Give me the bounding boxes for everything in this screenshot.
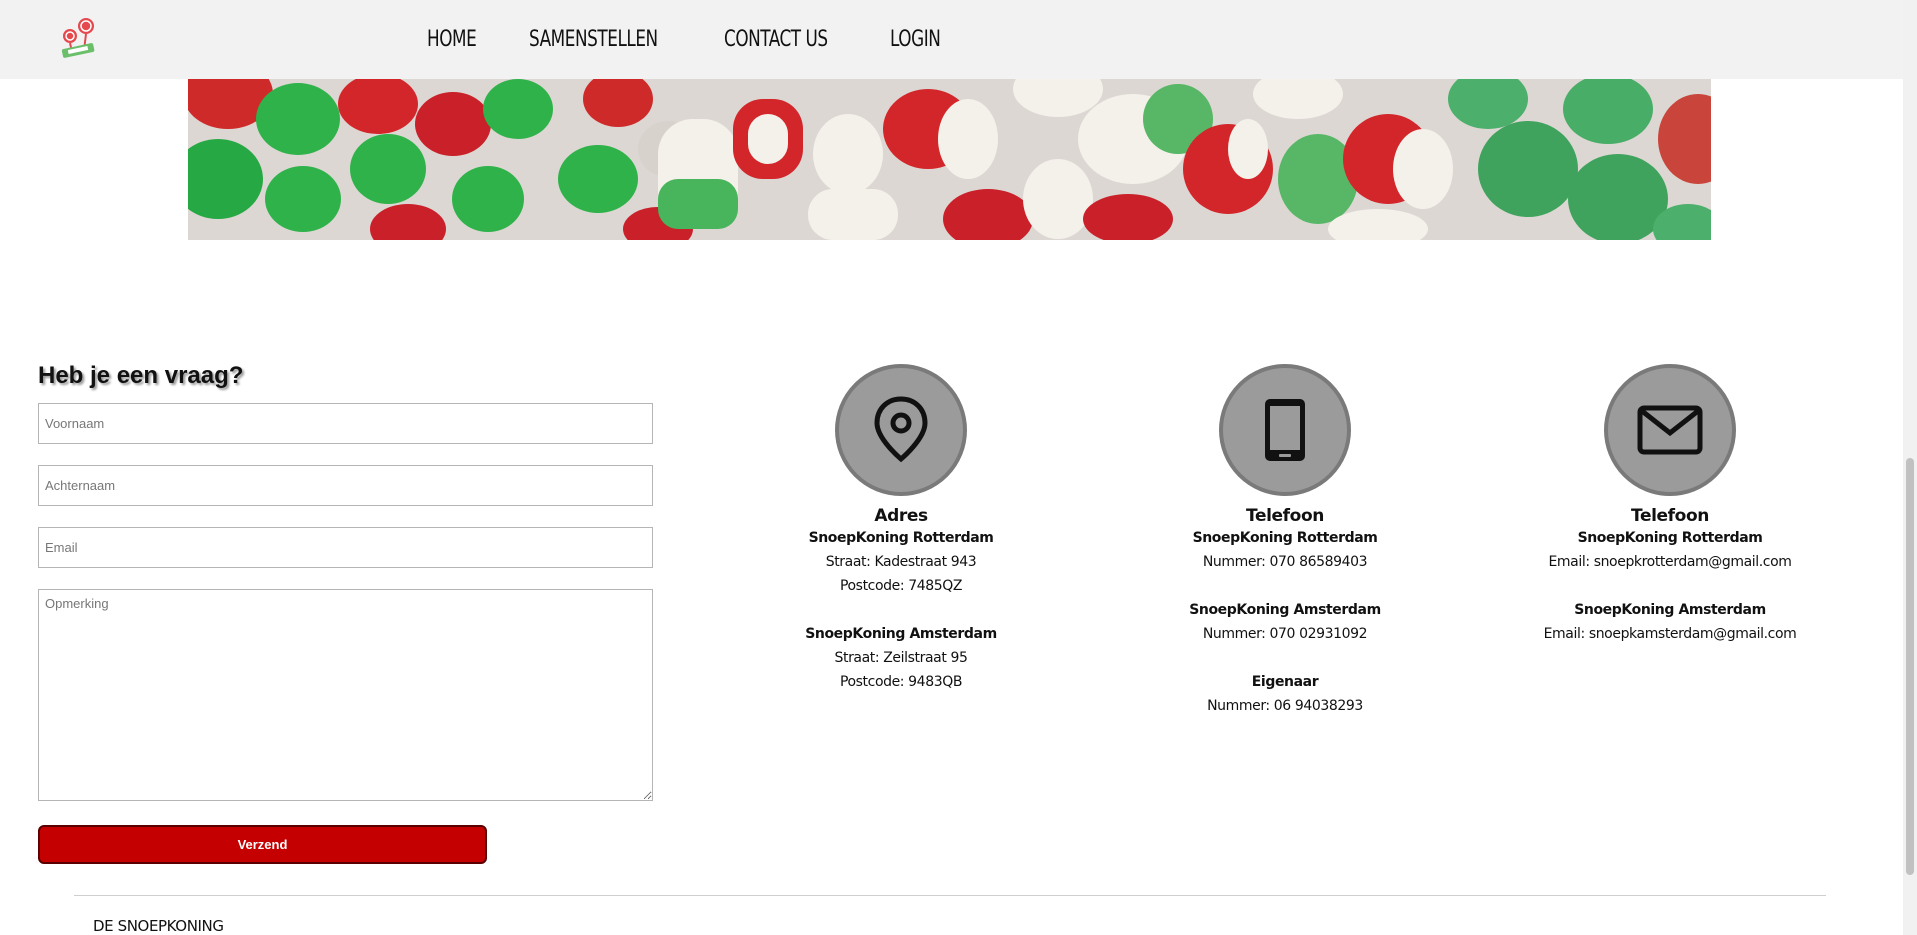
scrollbar-thumb[interactable] (1906, 458, 1914, 875)
address-column: Adres SnoepKoning Rotterdam Straat: Kade… (771, 364, 1031, 694)
nav-home[interactable]: HOME (427, 27, 477, 52)
email-input[interactable] (38, 527, 653, 568)
phone-icon (1265, 399, 1305, 461)
email-heading: Telefoon (1631, 506, 1709, 526)
phone-owner-name: Eigenaar (1251, 674, 1319, 690)
envelope-icon (1637, 405, 1703, 455)
nav-samenstellen[interactable]: SAMENSTELLEN (529, 27, 658, 52)
page: HOME SAMENSTELLEN CONTACT US LOGIN Heb j… (0, 0, 1917, 935)
phone-icon-circle (1219, 364, 1351, 496)
footer-brand: DE SNOEPKONING (93, 917, 224, 935)
address-icon-circle (835, 364, 967, 496)
location-pin-icon (874, 396, 928, 463)
phone-column: Telefoon SnoepKoning Rotterdam Nummer: 0… (1155, 364, 1415, 718)
footer-divider (74, 895, 1826, 896)
candy-banner-image (188, 79, 1711, 240)
candy-logo[interactable] (54, 16, 102, 62)
submit-button[interactable]: Verzend (38, 825, 487, 864)
main-nav: HOME SAMENSTELLEN CONTACT US LOGIN (405, 0, 972, 79)
top-navbar: HOME SAMENSTELLEN CONTACT US LOGIN (0, 0, 1903, 79)
email-amsterdam-name: SnoepKoning Amsterdam (1574, 602, 1766, 618)
address-amsterdam-postcode: Postcode: 9483QB (839, 674, 963, 690)
address-rotterdam-postcode: Postcode: 7485QZ (839, 578, 963, 594)
phone-amsterdam-number: Nummer: 070 02931092 (1202, 626, 1368, 642)
address-amsterdam-street: Straat: Zeilstraat 95 (834, 650, 968, 666)
lastname-input[interactable] (38, 465, 653, 506)
nav-contact-us[interactable]: CONTACT US (724, 27, 828, 52)
email-rotterdam-name: SnoepKoning Rotterdam (1577, 530, 1763, 546)
address-rotterdam-name: SnoepKoning Rotterdam (808, 530, 994, 546)
phone-owner-number: Nummer: 06 94038293 (1207, 698, 1363, 714)
phone-rotterdam-name: SnoepKoning Rotterdam (1192, 530, 1378, 546)
email-column: Telefoon SnoepKoning Rotterdam Email: sn… (1540, 364, 1800, 646)
firstname-input[interactable] (38, 403, 653, 444)
phone-rotterdam-number: Nummer: 070 86589403 (1202, 554, 1368, 570)
email-amsterdam-address: Email: snoepkamsterdam@gmail.com (1543, 626, 1797, 642)
address-heading: Adres (874, 506, 928, 526)
email-rotterdam-address: Email: snoepkrotterdam@gmail.com (1548, 554, 1792, 570)
address-amsterdam-name: SnoepKoning Amsterdam (805, 626, 997, 642)
remark-textarea[interactable] (38, 589, 653, 801)
email-icon-circle (1604, 364, 1736, 496)
phone-heading: Telefoon (1246, 506, 1324, 526)
form-title: Heb je een vraag? (38, 362, 244, 389)
phone-amsterdam-name: SnoepKoning Amsterdam (1189, 602, 1381, 618)
address-rotterdam-street: Straat: Kadestraat 943 (825, 554, 977, 570)
page-scrollbar[interactable] (1903, 0, 1917, 935)
nav-login[interactable]: LOGIN (890, 27, 941, 52)
